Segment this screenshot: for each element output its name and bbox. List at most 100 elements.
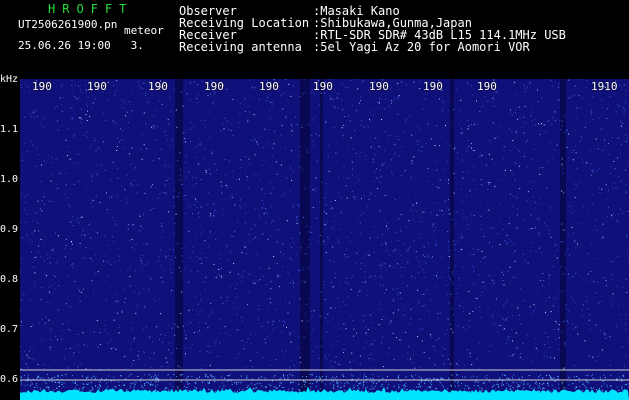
noise-speck	[276, 229, 278, 230]
noise-speck	[311, 226, 313, 228]
noise-speck	[39, 388, 41, 390]
noise-speck	[555, 119, 556, 121]
noise-speck	[431, 189, 433, 191]
noise-speck	[71, 243, 73, 245]
noise-speck	[141, 133, 143, 135]
noise-speck	[158, 256, 160, 258]
noise-speck	[82, 257, 84, 259]
noise-speck	[588, 319, 590, 321]
noise-speck	[272, 220, 274, 222]
noise-speck	[328, 170, 330, 172]
noise-speck	[281, 125, 283, 126]
noise-speck	[145, 263, 147, 265]
noise-speck	[521, 126, 523, 128]
noise-speck	[262, 203, 264, 205]
noise-speck	[352, 148, 354, 150]
noise-speck	[266, 284, 268, 286]
noise-speck	[137, 183, 139, 185]
noise-speck	[480, 153, 482, 155]
noise-speck	[180, 367, 182, 369]
noise-speck	[24, 385, 26, 387]
noise-speck	[80, 91, 82, 93]
noise-speck	[310, 231, 312, 233]
noise-speck	[337, 340, 339, 342]
noise-speck	[385, 245, 387, 247]
noise-speck	[34, 272, 36, 274]
noise-speck	[498, 125, 500, 127]
noise-speck	[393, 144, 395, 146]
noise-speck	[61, 338, 63, 340]
noise-speck	[606, 216, 608, 218]
noise-speck	[380, 99, 382, 101]
noise-speck	[58, 375, 60, 377]
noise-speck	[30, 139, 32, 141]
noise-speck	[552, 265, 554, 267]
noise-speck	[511, 184, 513, 186]
noise-speck	[273, 143, 275, 145]
noise-speck	[338, 389, 340, 391]
noise-speck	[29, 238, 31, 240]
noise-speck	[548, 297, 550, 298]
noise-speck	[325, 317, 326, 319]
noise-speck	[222, 123, 224, 125]
noise-speck	[86, 377, 88, 378]
noise-speck	[165, 135, 167, 137]
noise-speck	[382, 263, 383, 265]
noise-speck	[425, 389, 427, 391]
noise-speck	[604, 334, 606, 336]
noise-speck	[535, 207, 537, 209]
noise-speck	[358, 387, 360, 389]
noise-speck	[142, 88, 144, 90]
noise-speck	[290, 124, 292, 126]
noise-speck	[231, 194, 233, 196]
noise-speck	[602, 236, 604, 238]
noise-speck	[549, 356, 551, 358]
noise-speck	[353, 387, 355, 388]
noise-speck	[456, 158, 458, 160]
noise-speck	[469, 356, 471, 357]
noise-speck	[518, 385, 520, 387]
noise-speck	[477, 123, 479, 125]
noise-speck	[568, 133, 570, 135]
noise-speck	[48, 291, 50, 293]
noise-speck	[200, 179, 202, 180]
noise-speck	[622, 107, 624, 109]
noise-speck	[220, 130, 222, 132]
noise-speck	[280, 134, 282, 136]
noise-speck	[64, 358, 66, 360]
noise-speck	[245, 212, 247, 214]
noise-speck	[129, 111, 131, 113]
noise-speck	[61, 84, 63, 86]
noise-speck	[375, 137, 377, 139]
noise-speck	[312, 140, 313, 142]
noise-speck	[290, 351, 292, 353]
noise-speck	[599, 378, 601, 380]
noise-speck	[240, 382, 242, 384]
noise-speck	[433, 230, 435, 232]
noise-speck	[196, 387, 197, 389]
noise-speck	[166, 387, 168, 389]
noise-speck	[539, 383, 540, 385]
noise-speck	[136, 305, 138, 306]
noise-speck	[30, 141, 32, 143]
noise-speck	[523, 116, 525, 118]
noise-speck	[394, 249, 396, 250]
noise-speck	[164, 164, 166, 166]
noise-speck	[120, 139, 122, 141]
noise-speck	[270, 192, 272, 194]
noise-speck	[157, 260, 159, 262]
noise-speck	[85, 246, 87, 248]
noise-speck	[112, 388, 114, 390]
noise-speck	[506, 235, 508, 236]
noise-speck	[161, 236, 163, 238]
noise-speck	[550, 357, 552, 359]
noise-speck	[246, 387, 248, 388]
noise-speck	[55, 107, 56, 109]
noise-speck	[386, 318, 388, 320]
noise-speck	[384, 292, 386, 294]
noise-speck	[386, 139, 388, 141]
noise-speck	[44, 322, 46, 324]
noise-speck	[531, 241, 533, 243]
noise-speck	[526, 200, 528, 202]
noise-speck	[139, 269, 141, 271]
